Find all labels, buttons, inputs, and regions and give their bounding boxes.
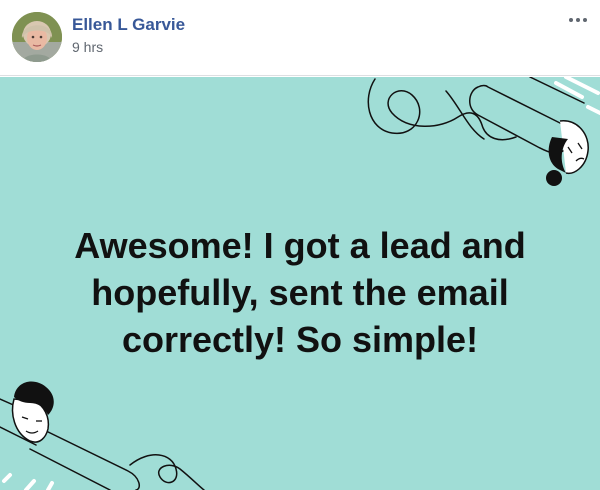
feed-post: Ellen L Garvie 9 hrs Awesome! I got a le… (0, 0, 600, 490)
post-header: Ellen L Garvie 9 hrs (0, 0, 600, 76)
more-options-icon (569, 18, 573, 22)
post-timestamp-link[interactable]: 9 hrs (72, 39, 103, 55)
more-options-button[interactable] (564, 10, 592, 30)
author-name-link[interactable]: Ellen L Garvie (72, 15, 185, 35)
post-text: Awesome! I got a lead and hopefully, sen… (74, 225, 526, 360)
profile-photo-icon (12, 12, 62, 62)
more-options-icon-dot (583, 18, 587, 22)
avatar[interactable] (12, 12, 62, 62)
post-background-card: Awesome! I got a lead and hopefully, sen… (0, 77, 600, 490)
more-options-icon-dot (576, 18, 580, 22)
